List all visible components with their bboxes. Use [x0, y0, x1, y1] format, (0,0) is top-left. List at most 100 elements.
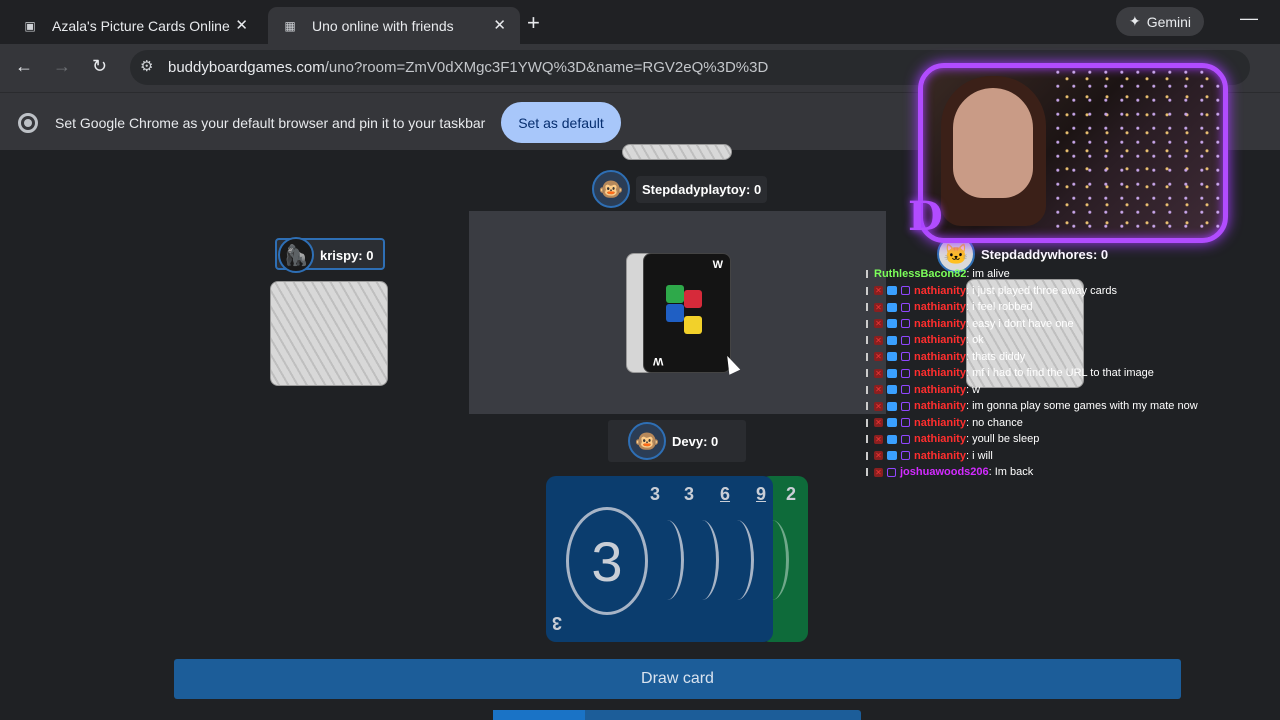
right-player-name: Stepdaddywhores: 0 — [981, 246, 1109, 262]
badge-icon — [887, 418, 897, 428]
chat-text: : im gonna play some games with my mate … — [965, 400, 1198, 413]
sparkle-icon: ✦ — [1128, 13, 1141, 29]
tab-uno-online[interactable]: ▦ Uno online with friends ✕ — [268, 7, 520, 44]
chat-user: joshuawoods206 — [900, 466, 989, 479]
chat-user: nathianity — [914, 400, 966, 413]
chat-message: ✕ nathianity : im gonna play some games … — [866, 398, 1266, 415]
gemini-button[interactable]: ✦ Gemini — [1116, 7, 1204, 36]
monkey-icon: 🐵 — [592, 170, 630, 208]
chat-user: nathianity — [914, 383, 966, 396]
streamer-logo-icon: D — [908, 193, 943, 240]
badge-icon — [887, 302, 897, 312]
close-tab-icon[interactable]: ✕ — [235, 16, 248, 34]
chat-message: ✕ nathianity : mf i had to find the URL … — [866, 365, 1266, 382]
tab-title: Azala's Picture Cards Online — [52, 17, 230, 34]
chat-user: nathianity — [914, 317, 966, 330]
gorilla-icon: 🦍 — [278, 237, 314, 273]
left-player-name: krispy: 0 — [320, 247, 374, 263]
stream-chat-overlay: RuthlessBacon82 : im alive ✕ nathianity … — [866, 266, 1266, 481]
chat-message: ✕ joshuawoods206 : Im back — [866, 464, 1266, 481]
top-player-card-pile — [622, 144, 732, 160]
twitch-badge-icon — [901, 302, 910, 312]
chat-user: nathianity — [914, 301, 966, 314]
badge-icon: ✕ — [874, 451, 883, 461]
twitch-badge-icon — [901, 451, 910, 461]
set-as-default-button[interactable]: Set as default — [501, 102, 621, 143]
badge-icon — [887, 335, 897, 345]
chat-text: : i will — [965, 449, 993, 462]
twitch-badge-icon — [901, 335, 910, 345]
infobar-message: Set Google Chrome as your default browse… — [55, 115, 486, 131]
twitch-badge-icon — [901, 434, 910, 444]
chat-message: ✕ nathianity : easy i dont have one — [866, 316, 1266, 333]
chat-bar — [866, 286, 868, 295]
webcam-overlay — [918, 63, 1228, 243]
close-tab-icon[interactable]: ✕ — [493, 16, 506, 34]
chat-user: nathianity — [914, 449, 966, 462]
card-value: 6 — [720, 484, 731, 504]
site-info-icon[interactable]: ⚙ — [140, 57, 153, 75]
back-arrow-icon[interactable]: ← — [15, 56, 33, 77]
twitch-badge-icon — [901, 352, 910, 362]
twitch-badge-icon — [901, 286, 910, 296]
badge-icon — [887, 434, 897, 444]
url-text[interactable]: buddyboardgames.com/uno?room=ZmV0dXMgc3F… — [168, 59, 768, 76]
card-value: 9 — [756, 484, 767, 504]
bottom-button-segment[interactable] — [493, 710, 585, 720]
top-player-name: Stepdadyplaytoy: 0 — [636, 175, 768, 203]
card-arc-decor — [685, 520, 719, 600]
chat-message: ✕ nathianity : thats diddy — [866, 349, 1266, 366]
chat-user: nathianity — [914, 367, 966, 380]
chat-text: : i just played throe away cards — [965, 284, 1117, 297]
badge-icon — [887, 368, 897, 378]
chat-bar — [866, 303, 868, 312]
forward-arrow-icon[interactable]: → — [53, 56, 71, 77]
chat-bar — [866, 270, 868, 279]
bottom-player-label: 🐵 Devy: 0 — [608, 420, 746, 462]
webcam-background-lights — [1053, 68, 1223, 238]
chat-message: ✕ nathianity : i just played throe away … — [866, 283, 1266, 300]
wild-yellow-square — [684, 316, 702, 334]
chat-text: : Im back — [988, 466, 1034, 479]
new-tab-button[interactable]: + — [527, 10, 540, 36]
twitch-badge-icon — [901, 319, 910, 329]
minimize-window-button[interactable]: — — [1240, 8, 1258, 29]
chat-bar — [866, 451, 868, 460]
gemini-label: Gemini — [1146, 13, 1192, 30]
chat-bar — [866, 352, 868, 361]
chat-message: ✕ nathianity : no chance — [866, 415, 1266, 432]
badge-icon — [887, 451, 897, 461]
card-value: 3 — [650, 484, 661, 504]
tab-strip: ▣ Azala's Picture Cards Online ✕ ▦ Uno o… — [0, 0, 1280, 44]
badge-icon: ✕ — [874, 467, 883, 477]
chat-message: ✕ nathianity : i feel robbed — [866, 299, 1266, 316]
wild-corner-label-bottom: W — [653, 355, 664, 367]
chat-bar — [866, 336, 868, 345]
top-player-label: 🐵 Stepdadyplaytoy: 0 — [592, 170, 768, 208]
grid-favicon-icon: ▦ — [284, 18, 296, 33]
chat-text: : no chance — [965, 416, 1023, 429]
chat-user: nathianity — [914, 284, 966, 297]
wild-red-square — [684, 290, 702, 308]
chat-user: nathianity — [914, 334, 966, 347]
chat-text: : i feel robbed — [965, 301, 1033, 314]
chat-text: : thats diddy — [965, 350, 1026, 363]
chat-bar — [866, 319, 868, 328]
twitch-badge-icon — [901, 401, 910, 411]
chat-user: nathianity — [914, 433, 966, 446]
chat-message: ✕ nathianity : w — [866, 382, 1266, 399]
badge-icon: ✕ — [874, 352, 883, 362]
chat-bar — [866, 369, 868, 378]
draw-card-button[interactable]: Draw card — [174, 659, 1181, 699]
reload-icon[interactable]: ↻ — [92, 56, 107, 77]
bottom-player-name: Devy: 0 — [672, 433, 719, 449]
chat-bar — [866, 468, 868, 477]
tab-azala-picture-cards[interactable]: ▣ Azala's Picture Cards Online ✕ — [8, 7, 262, 44]
badge-icon: ✕ — [874, 335, 883, 345]
twitch-badge-icon — [887, 467, 896, 477]
tab-title: Uno online with friends — [312, 17, 454, 34]
card-value: 3 — [684, 484, 695, 504]
discard-wild-card: W W — [643, 253, 731, 373]
chat-message: ✕ nathianity : youll be sleep — [866, 431, 1266, 448]
left-player-label: 🦍 krispy: 0 — [278, 237, 374, 273]
